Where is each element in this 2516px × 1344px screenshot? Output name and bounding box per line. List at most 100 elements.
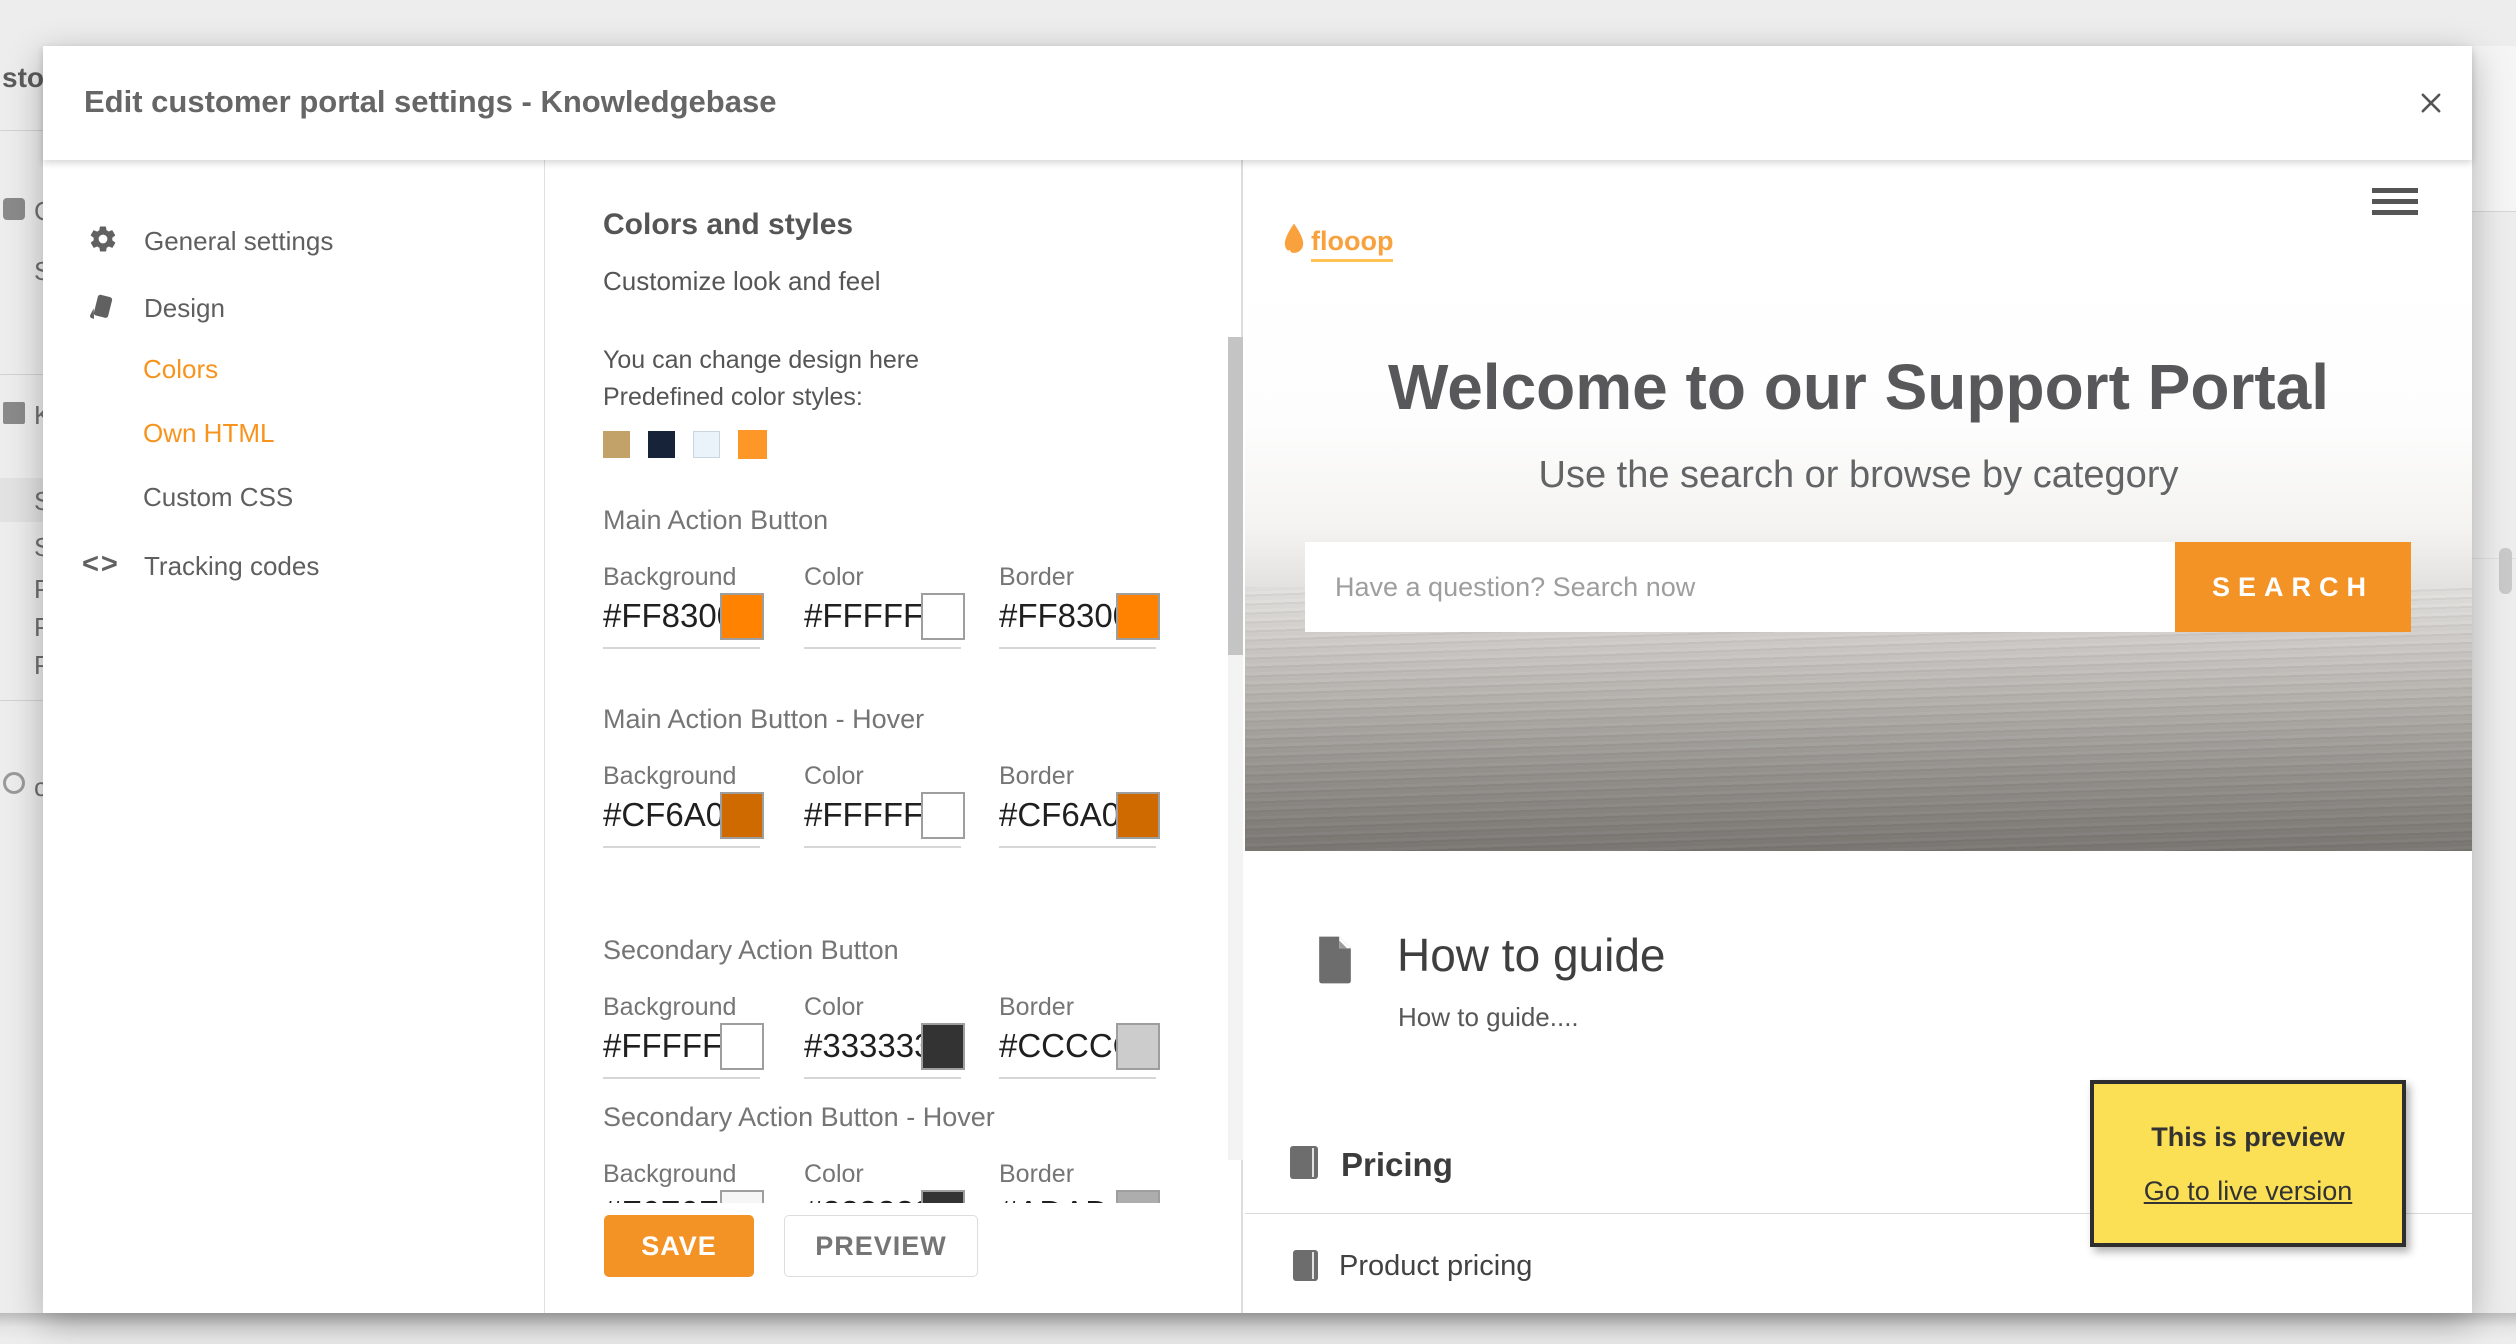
sidebar-item-own-html[interactable]: Own HTML <box>143 418 274 449</box>
book-icon <box>1290 1146 1318 1179</box>
hero-title: Welcome to our Support Portal <box>1387 351 2330 423</box>
color-field-color[interactable]: Color #FFFFFF <box>804 563 965 649</box>
color-field-background[interactable]: Background #CF6A00 <box>603 762 764 848</box>
backdrop-bottom-shadow <box>0 1313 2516 1344</box>
section-title: Secondary Action Button - Hover <box>603 1102 995 1132</box>
droplet-icon <box>1281 222 1307 265</box>
category-product-pricing[interactable]: Product pricing <box>1339 1250 1532 1283</box>
color-field-background[interactable]: Background #F6F6F6 <box>603 1160 764 1203</box>
hamburger-menu-icon[interactable] <box>2372 188 2418 216</box>
color-swatch[interactable] <box>921 792 965 839</box>
occluded-text-fragment: P <box>34 650 43 680</box>
gear-icon <box>88 224 118 259</box>
color-swatch[interactable] <box>1116 1190 1160 1203</box>
color-field-color[interactable]: Color #333333 <box>804 993 965 1079</box>
badge-text: This is preview <box>2151 1122 2345 1152</box>
hex-value-input[interactable]: #FF8300 <box>603 597 735 635</box>
settings-footer: SAVE PREVIEW <box>546 1203 1241 1313</box>
color-swatch[interactable] <box>921 1190 965 1203</box>
settings-scroll-area: You can change design here Predefined co… <box>546 160 1228 1203</box>
book-icon <box>1293 1250 1318 1281</box>
color-swatch[interactable] <box>720 1023 764 1070</box>
intro-text: Predefined color styles: <box>603 383 863 411</box>
preset-swatch-orange[interactable] <box>738 430 767 459</box>
occluded-panel <box>2472 46 2516 211</box>
article-title[interactable]: How to guide <box>1397 928 1666 982</box>
field-label: Background <box>603 1160 737 1188</box>
intro-text: You can change design here <box>603 346 920 374</box>
field-label: Color <box>804 762 864 790</box>
search-input[interactable] <box>1305 542 2175 632</box>
color-swatch[interactable] <box>921 593 965 640</box>
preview-mode-badge: This is preview Go to live version <box>2090 1080 2406 1247</box>
field-label: Border <box>999 762 1075 790</box>
color-swatch[interactable] <box>1116 792 1160 839</box>
preset-swatch-light[interactable] <box>693 431 720 458</box>
occluded-text-fragment: S <box>34 256 43 286</box>
occluded-text-fragment: K <box>34 400 43 430</box>
occluded-icon <box>3 402 25 424</box>
sidebar-item-custom-css[interactable]: Custom CSS <box>143 482 293 513</box>
settings-sidebar: General settings Design Colors Own HTML … <box>43 160 545 1313</box>
field-label: Color <box>804 1160 864 1188</box>
portal-preview-pane: flooop Welcome to our Support Portal Use… <box>1245 160 2472 1313</box>
field-label: Border <box>999 1160 1075 1188</box>
sidebar-item-tracking-codes[interactable]: Tracking codes <box>144 551 319 582</box>
field-label: Color <box>804 993 864 1021</box>
color-field-border[interactable]: Border #CCCCCC <box>999 993 1160 1079</box>
document-icon <box>1315 934 1355 991</box>
occluded-text-fragment: P <box>34 574 43 604</box>
hex-value-input[interactable]: #F6F6F6 <box>603 1194 737 1203</box>
color-swatch[interactable] <box>1116 1023 1160 1070</box>
hex-value-input[interactable]: #333333 <box>804 1027 932 1065</box>
occluded-text-fragment: S <box>34 532 43 562</box>
color-field-border[interactable]: Border #FF8300 <box>999 563 1160 649</box>
occluded-text-fragment: C <box>34 196 43 227</box>
go-to-live-version-link[interactable]: Go to live version <box>2094 1176 2402 1207</box>
design-icon <box>85 291 117 328</box>
field-label: Background <box>603 563 737 591</box>
colors-settings-panel: Colors and styles Customize look and fee… <box>546 160 1243 1313</box>
save-button[interactable]: SAVE <box>604 1215 754 1277</box>
settings-scrollbar-track[interactable] <box>1228 337 1243 1160</box>
settings-scrollbar-thumb[interactable] <box>1228 337 1243 655</box>
color-swatch[interactable] <box>720 792 764 839</box>
modal-header: Edit customer portal settings - Knowledg… <box>43 46 2472 160</box>
section-title: Main Action Button <box>603 505 829 535</box>
color-field-background[interactable]: Background #FFFFFF <box>603 993 764 1079</box>
field-label: Border <box>999 563 1075 591</box>
color-swatch[interactable] <box>1116 593 1160 640</box>
occluded-text-fragment: c <box>34 772 43 802</box>
edit-portal-settings-modal: General settings Design Colors Own HTML … <box>43 46 2472 1313</box>
divider <box>2472 211 2516 212</box>
color-swatch[interactable] <box>720 1190 764 1203</box>
color-swatch[interactable] <box>720 593 764 640</box>
preset-swatch-navy[interactable] <box>648 431 675 458</box>
category-pricing[interactable]: Pricing <box>1341 1146 1453 1184</box>
preset-swatch-tan[interactable] <box>603 431 630 458</box>
logo-text: flooop <box>1311 226 1394 262</box>
divider <box>0 700 43 701</box>
color-swatch[interactable] <box>921 1023 965 1070</box>
divider <box>0 374 43 375</box>
hex-value-input[interactable]: #333333 <box>804 1194 932 1203</box>
sidebar-item-design[interactable]: Design <box>144 293 225 324</box>
field-label: Background <box>603 993 737 1021</box>
page-scrollbar-thumb[interactable] <box>2499 548 2512 594</box>
sidebar-item-general-settings[interactable]: General settings <box>144 226 333 257</box>
hero-subtitle: Use the search or browse by category <box>1538 454 2179 496</box>
search-button[interactable]: SEARCH <box>2175 542 2411 632</box>
color-field-color[interactable]: Color #333333 <box>804 1160 965 1203</box>
sidebar-item-colors[interactable]: Colors <box>143 354 218 385</box>
article-subtitle: How to guide.... <box>1398 1002 1579 1032</box>
color-field-background[interactable]: Background #FF8300 <box>603 563 764 649</box>
color-field-border[interactable]: Border #CF6A00 <box>999 762 1160 848</box>
close-icon[interactable] <box>2417 89 2445 117</box>
color-field-color[interactable]: Color #FFFFFF <box>804 762 965 848</box>
section-title: Secondary Action Button <box>603 935 899 965</box>
occluded-text-fragment: P <box>34 612 43 642</box>
color-field-border[interactable]: Border #ADADAD <box>999 1160 1160 1203</box>
field-label: Color <box>804 563 864 591</box>
hex-value-input[interactable]: #FF8300 <box>999 597 1131 635</box>
preview-button[interactable]: PREVIEW <box>784 1215 978 1277</box>
